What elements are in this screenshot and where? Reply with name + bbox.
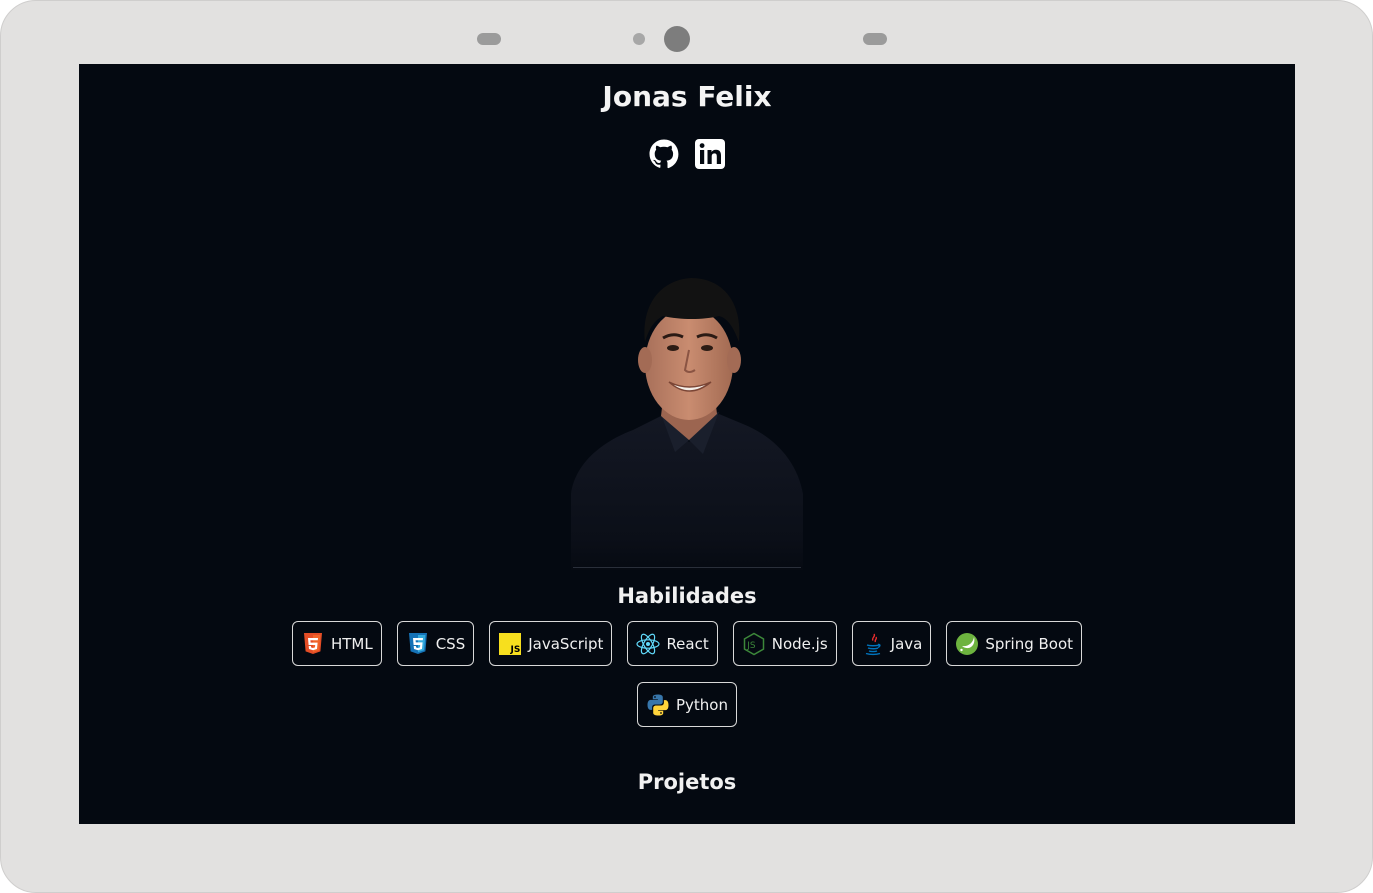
skill-label: React: [666, 634, 709, 653]
skill-label: Java: [890, 634, 923, 653]
profile-name: Jonas Felix: [602, 80, 772, 113]
skill-javascript[interactable]: JS JavaScript: [489, 621, 613, 666]
screen: Jonas Felix Habilidades HTML CSS JS Java…: [79, 64, 1295, 824]
tablet-frame: Jonas Felix Habilidades HTML CSS JS Java…: [0, 0, 1373, 893]
photo-divider: [573, 567, 801, 568]
skills-list: HTML CSS JS JavaScript React JS Node.js …: [283, 621, 1091, 727]
skill-label: Node.js: [771, 634, 828, 653]
social-links: [79, 138, 1295, 170]
github-icon: [649, 139, 679, 169]
front-camera: [664, 26, 690, 52]
skills-title: Habilidades: [617, 584, 757, 608]
html5-icon: [303, 632, 322, 654]
linkedin-link[interactable]: [694, 138, 726, 170]
svg-text:JS: JS: [510, 645, 521, 655]
react-icon: [636, 633, 661, 654]
skill-spring-boot[interactable]: Spring Boot: [946, 621, 1083, 666]
python-icon: [647, 694, 669, 715]
linkedin-icon: [695, 139, 725, 169]
skill-java[interactable]: Java: [851, 621, 932, 666]
skill-label: Python: [676, 695, 728, 714]
skill-label: JavaScript: [528, 634, 604, 653]
projects-title: Projetos: [637, 770, 737, 794]
skill-html[interactable]: HTML: [291, 621, 382, 666]
github-link[interactable]: [648, 138, 680, 170]
skill-label: CSS: [435, 634, 466, 653]
speaker-left: [477, 33, 501, 45]
css3-icon: [408, 632, 427, 654]
nodejs-icon: JS: [743, 632, 764, 655]
skill-python[interactable]: Python: [637, 682, 737, 727]
svg-text:JS: JS: [746, 641, 756, 651]
speaker-right: [863, 33, 887, 45]
profile-photo: [571, 278, 803, 570]
skill-nodejs[interactable]: JS Node.js: [732, 621, 837, 666]
spring-boot-icon: [956, 632, 979, 655]
skill-react[interactable]: React: [627, 621, 718, 666]
skill-css[interactable]: CSS: [396, 621, 475, 666]
skill-label: HTML: [330, 634, 373, 653]
javascript-icon: JS: [499, 632, 522, 655]
light-sensor: [633, 33, 645, 45]
java-icon: [865, 633, 881, 655]
skill-label: Spring Boot: [985, 634, 1074, 653]
